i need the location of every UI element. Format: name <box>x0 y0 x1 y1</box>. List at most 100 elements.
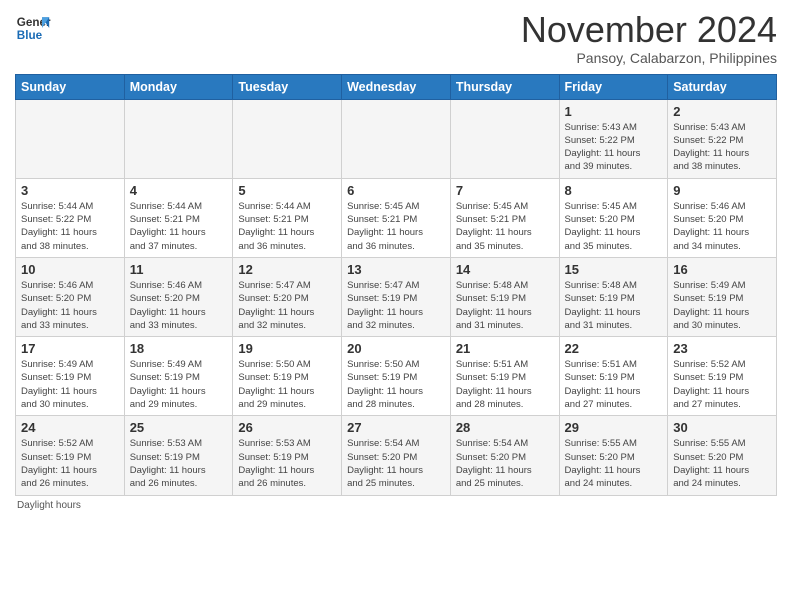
calendar-cell: 1Sunrise: 5:43 AM Sunset: 5:22 PM Daylig… <box>559 99 668 178</box>
day-number: 10 <box>21 262 119 277</box>
day-info: Sunrise: 5:55 AM Sunset: 5:20 PM Dayligh… <box>673 437 771 490</box>
calendar-cell: 4Sunrise: 5:44 AM Sunset: 5:21 PM Daylig… <box>124 178 233 257</box>
day-info: Sunrise: 5:45 AM Sunset: 5:21 PM Dayligh… <box>347 200 445 253</box>
calendar-cell: 6 Sunrise: 5:45 AM Sunset: 5:21 PM Daylig… <box>342 178 451 257</box>
day-header: Monday <box>124 74 233 99</box>
day-info: Sunrise: 5:50 AM Sunset: 5:19 PM Dayligh… <box>347 358 445 411</box>
calendar-week-row: 24 Sunrise: 5:52 AM Sunset: 5:19 PM Dayli… <box>16 416 777 495</box>
svg-text:Blue: Blue <box>17 29 43 42</box>
calendar-cell: 16 Sunrise: 5:49 AM Sunset: 5:19 PM Dayli… <box>668 257 777 336</box>
day-info: Sunrise: 5:49 AM Sunset: 5:19 PM Dayligh… <box>130 358 228 411</box>
calendar-cell: 9 Sunrise: 5:46 AM Sunset: 5:20 PM Daylig… <box>668 178 777 257</box>
day-number: 20 <box>347 341 445 356</box>
day-info: Sunrise: 5:45 AM Sunset: 5:20 PM Dayligh… <box>565 200 663 253</box>
calendar-cell: 23 Sunrise: 5:52 AM Sunset: 5:19 PM Dayli… <box>668 337 777 416</box>
day-number: 15 <box>565 262 663 277</box>
day-number: 22 <box>565 341 663 356</box>
day-number: 11 <box>130 262 228 277</box>
day-number: 16 <box>673 262 771 277</box>
day-number: 17 <box>21 341 119 356</box>
day-info: Sunrise: 5:52 AM Sunset: 5:19 PM Dayligh… <box>21 437 119 490</box>
day-header: Friday <box>559 74 668 99</box>
day-number: 29 <box>565 420 663 435</box>
day-info: Sunrise: 5:47 AM Sunset: 5:20 PM Dayligh… <box>238 279 336 332</box>
calendar-cell: 27 Sunrise: 5:54 AM Sunset: 5:20 PM Dayli… <box>342 416 451 495</box>
calendar-cell: 21Sunrise: 5:51 AM Sunset: 5:19 PM Dayli… <box>450 337 559 416</box>
day-header: Wednesday <box>342 74 451 99</box>
day-number: 28 <box>456 420 554 435</box>
day-info: Sunrise: 5:53 AM Sunset: 5:19 PM Dayligh… <box>238 437 336 490</box>
calendar-cell <box>124 99 233 178</box>
day-number: 2 <box>673 104 771 119</box>
calendar-cell: 8Sunrise: 5:45 AM Sunset: 5:20 PM Daylig… <box>559 178 668 257</box>
day-number: 4 <box>130 183 228 198</box>
calendar-cell: 29 Sunrise: 5:55 AM Sunset: 5:20 PM Dayli… <box>559 416 668 495</box>
day-header: Sunday <box>16 74 125 99</box>
footer-text: Daylight hours <box>17 500 81 511</box>
day-info: Sunrise: 5:53 AM Sunset: 5:19 PM Dayligh… <box>130 437 228 490</box>
calendar-cell: 7 Sunrise: 5:45 AM Sunset: 5:21 PM Daylig… <box>450 178 559 257</box>
day-info: Sunrise: 5:51 AM Sunset: 5:19 PM Dayligh… <box>456 358 554 411</box>
day-number: 26 <box>238 420 336 435</box>
day-number: 30 <box>673 420 771 435</box>
day-info: Sunrise: 5:54 AM Sunset: 5:20 PM Dayligh… <box>347 437 445 490</box>
calendar-cell: 20 Sunrise: 5:50 AM Sunset: 5:19 PM Dayli… <box>342 337 451 416</box>
day-info: Sunrise: 5:46 AM Sunset: 5:20 PM Dayligh… <box>130 279 228 332</box>
day-info: Sunrise: 5:51 AM Sunset: 5:19 PM Dayligh… <box>565 358 663 411</box>
day-info: Sunrise: 5:55 AM Sunset: 5:20 PM Dayligh… <box>565 437 663 490</box>
title-block: November 2024 Pansoy, Calabarzon, Philip… <box>521 10 777 66</box>
calendar-cell: 26 Sunrise: 5:53 AM Sunset: 5:19 PM Dayli… <box>233 416 342 495</box>
day-number: 25 <box>130 420 228 435</box>
calendar-cell: 19 Sunrise: 5:50 AM Sunset: 5:19 PM Dayli… <box>233 337 342 416</box>
day-info: Sunrise: 5:50 AM Sunset: 5:19 PM Dayligh… <box>238 358 336 411</box>
logo-icon: General Blue <box>15 10 51 46</box>
logo: General Blue <box>15 10 51 46</box>
calendar-week-row: 17 Sunrise: 5:49 AM Sunset: 5:19 PM Dayli… <box>16 337 777 416</box>
calendar-cell: 2 Sunrise: 5:43 AM Sunset: 5:22 PM Daylig… <box>668 99 777 178</box>
day-number: 23 <box>673 341 771 356</box>
day-number: 18 <box>130 341 228 356</box>
day-number: 6 <box>347 183 445 198</box>
day-header: Saturday <box>668 74 777 99</box>
calendar-cell: 22 Sunrise: 5:51 AM Sunset: 5:19 PM Dayli… <box>559 337 668 416</box>
day-info: Sunrise: 5:45 AM Sunset: 5:21 PM Dayligh… <box>456 200 554 253</box>
calendar-cell: 14 Sunrise: 5:48 AM Sunset: 5:19 PM Dayli… <box>450 257 559 336</box>
header-row: SundayMondayTuesdayWednesdayThursdayFrid… <box>16 74 777 99</box>
day-info: Sunrise: 5:44 AM Sunset: 5:22 PM Dayligh… <box>21 200 119 253</box>
day-number: 5 <box>238 183 336 198</box>
calendar-cell: 15 Sunrise: 5:48 AM Sunset: 5:19 PM Dayli… <box>559 257 668 336</box>
day-number: 12 <box>238 262 336 277</box>
day-number: 24 <box>21 420 119 435</box>
calendar-cell: 30 Sunrise: 5:55 AM Sunset: 5:20 PM Dayli… <box>668 416 777 495</box>
day-number: 7 <box>456 183 554 198</box>
calendar-cell <box>450 99 559 178</box>
day-info: Sunrise: 5:48 AM Sunset: 5:19 PM Dayligh… <box>565 279 663 332</box>
calendar-cell: 11 Sunrise: 5:46 AM Sunset: 5:20 PM Dayli… <box>124 257 233 336</box>
day-info: Sunrise: 5:47 AM Sunset: 5:19 PM Dayligh… <box>347 279 445 332</box>
day-info: Sunrise: 5:54 AM Sunset: 5:20 PM Dayligh… <box>456 437 554 490</box>
calendar-cell: 12 Sunrise: 5:47 AM Sunset: 5:20 PM Dayli… <box>233 257 342 336</box>
calendar-cell <box>233 99 342 178</box>
day-info: Sunrise: 5:43 AM Sunset: 5:22 PM Dayligh… <box>673 121 771 174</box>
footer: Daylight hours <box>15 500 777 511</box>
day-info: Sunrise: 5:46 AM Sunset: 5:20 PM Dayligh… <box>673 200 771 253</box>
day-header: Thursday <box>450 74 559 99</box>
day-info: Sunrise: 5:52 AM Sunset: 5:19 PM Dayligh… <box>673 358 771 411</box>
calendar-week-row: 3Sunrise: 5:44 AM Sunset: 5:22 PM Daylig… <box>16 178 777 257</box>
subtitle: Pansoy, Calabarzon, Philippines <box>521 50 777 66</box>
day-number: 27 <box>347 420 445 435</box>
calendar-cell: 13Sunrise: 5:47 AM Sunset: 5:19 PM Dayli… <box>342 257 451 336</box>
day-number: 9 <box>673 183 771 198</box>
month-title: November 2024 <box>521 10 777 50</box>
calendar-cell <box>16 99 125 178</box>
calendar-cell: 5Sunrise: 5:44 AM Sunset: 5:21 PM Daylig… <box>233 178 342 257</box>
calendar-table: SundayMondayTuesdayWednesdayThursdayFrid… <box>15 74 777 496</box>
day-number: 14 <box>456 262 554 277</box>
day-number: 19 <box>238 341 336 356</box>
day-info: Sunrise: 5:49 AM Sunset: 5:19 PM Dayligh… <box>673 279 771 332</box>
calendar-cell <box>342 99 451 178</box>
calendar-cell: 28 Sunrise: 5:54 AM Sunset: 5:20 PM Dayli… <box>450 416 559 495</box>
calendar-cell: 24 Sunrise: 5:52 AM Sunset: 5:19 PM Dayli… <box>16 416 125 495</box>
day-info: Sunrise: 5:48 AM Sunset: 5:19 PM Dayligh… <box>456 279 554 332</box>
calendar-cell: 10Sunrise: 5:46 AM Sunset: 5:20 PM Dayli… <box>16 257 125 336</box>
